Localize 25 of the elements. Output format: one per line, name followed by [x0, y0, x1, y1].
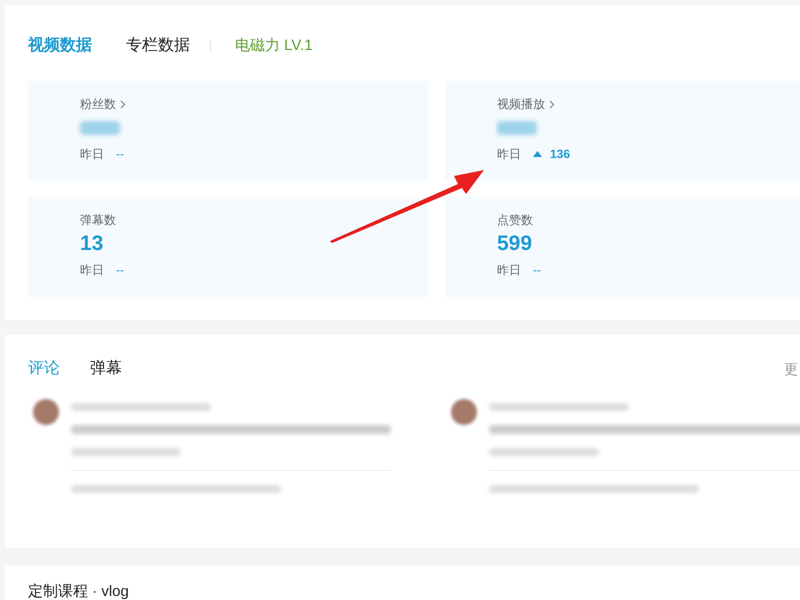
stat-label: 点赞数 [497, 212, 533, 229]
change-value: -- [116, 146, 124, 163]
blurred-value [497, 121, 537, 135]
avatar [33, 399, 59, 425]
level-label: 电磁力 LV.1 [235, 36, 313, 56]
avatar [451, 399, 477, 425]
feed-tab[interactable]: 评论 [28, 357, 60, 381]
more-link[interactable]: 更 [784, 359, 798, 380]
data-tab[interactable]: 视频数据 [28, 34, 92, 58]
change-value: 136 [550, 146, 570, 163]
change-value: -- [116, 262, 124, 279]
yesterday-label: 昨日 [80, 262, 104, 279]
data-tab[interactable]: 专栏数据 [126, 34, 190, 58]
blurred-value [80, 121, 120, 135]
stat-value: 13 [80, 231, 104, 257]
stat-label[interactable]: 粉丝数 [80, 95, 116, 113]
change-value: -- [533, 262, 541, 279]
stat-value: 599 [497, 231, 534, 257]
stat-label[interactable]: 视频播放 [497, 95, 545, 113]
yesterday-label: 昨日 [497, 146, 521, 163]
yesterday-label: 昨日 [80, 146, 104, 163]
yesterday-label: 昨日 [497, 262, 521, 279]
stat-label: 弹幕数 [80, 212, 116, 229]
section-title: 定制课程 · vlog [28, 583, 129, 600]
feed-tab[interactable]: 弹幕 [90, 357, 122, 381]
